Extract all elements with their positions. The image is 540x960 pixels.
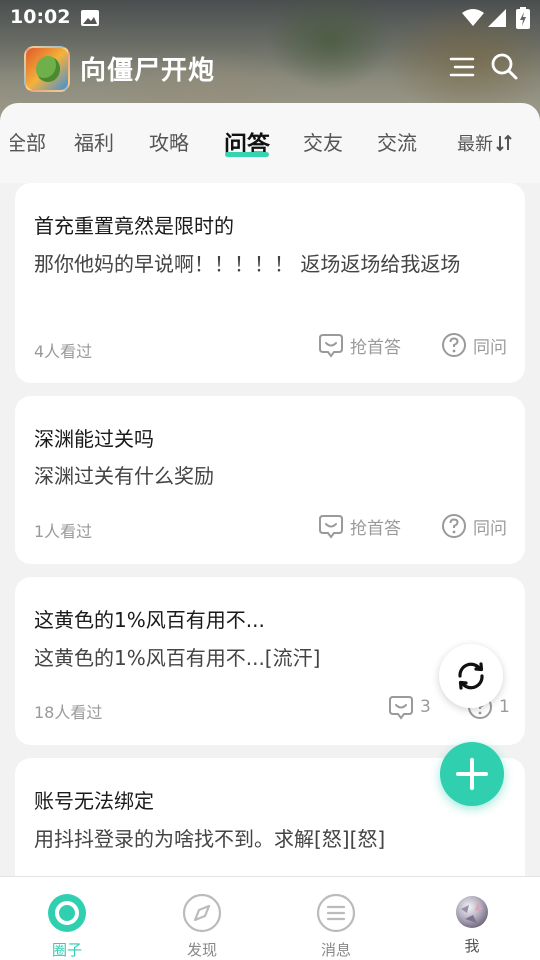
wifi-icon xyxy=(462,9,484,26)
same-question-label: 同问 xyxy=(473,518,507,539)
question-icon xyxy=(442,333,466,357)
image-icon xyxy=(81,10,99,26)
add-post-button[interactable] xyxy=(440,742,504,806)
comment-icon xyxy=(389,696,413,720)
first-answer-label: 抢首答 xyxy=(350,337,401,358)
first-answer-label: 抢首答 xyxy=(350,518,401,539)
question-icon xyxy=(442,514,466,538)
same-question-button[interactable]: 同问 xyxy=(441,332,507,358)
comment-icon xyxy=(319,334,343,358)
signal-icon xyxy=(488,9,506,27)
answer-count-button[interactable]: 3 xyxy=(388,694,431,720)
question-body: 这黄色的1%风百有用不...[流汗] xyxy=(34,646,321,670)
tab-strategy[interactable]: 攻略 xyxy=(149,127,189,156)
question-title: 深渊能过关吗 xyxy=(34,427,154,451)
question-body: 用抖抖登录的为啥找不到。求解[怒][怒] xyxy=(34,827,386,851)
nav-label: 发现 xyxy=(186,941,217,959)
question-card[interactable]: 深渊能过关吗 深渊过关有什么奖励 1人看过 抢首答 同问 xyxy=(15,396,525,564)
question-title: 这黄色的1%风百有用不... xyxy=(34,608,265,632)
refresh-icon xyxy=(458,662,484,690)
status-time: 10:02 xyxy=(10,6,71,28)
comment-icon xyxy=(319,515,343,539)
nav-label: 消息 xyxy=(320,941,351,959)
nav-item-discover[interactable]: 发现 xyxy=(142,877,262,960)
view-count: 1人看过 xyxy=(34,522,93,541)
menu-icon[interactable] xyxy=(447,52,477,82)
view-count: 4人看过 xyxy=(34,342,93,361)
first-answer-button[interactable]: 抢首答 xyxy=(318,513,401,539)
nav-item-circle[interactable]: 圈子 xyxy=(7,877,127,960)
message-icon xyxy=(316,893,356,933)
plus-icon xyxy=(456,758,488,790)
answer-count: 3 xyxy=(420,697,431,717)
compass-icon xyxy=(182,893,222,933)
nav-label: 圈子 xyxy=(51,941,82,959)
ask-count: 1 xyxy=(499,697,510,717)
sort-label: 最新 xyxy=(457,134,493,155)
sort-button[interactable]: 最新 xyxy=(457,130,512,156)
search-icon[interactable] xyxy=(489,52,519,82)
same-question-button[interactable]: 同问 xyxy=(441,513,507,539)
nav-label: 我 xyxy=(464,937,480,955)
question-title: 首充重置竟然是限时的 xyxy=(34,214,234,238)
bottom-nav: 圈子 发现 消息 我 xyxy=(0,876,540,960)
battery-icon xyxy=(516,7,530,29)
app-icon[interactable] xyxy=(24,46,70,92)
question-body: 深渊过关有什么奖励 xyxy=(34,464,214,488)
view-count: 18人看过 xyxy=(34,703,103,722)
nav-item-messages[interactable]: 消息 xyxy=(276,877,396,960)
tab-active-indicator xyxy=(225,152,269,157)
question-card[interactable]: 首充重置竟然是限时的 那你他妈的早说啊！！！！！ 返场返场给我返场 4人看过 抢… xyxy=(15,183,525,383)
avatar-icon xyxy=(456,896,488,928)
nav-item-me[interactable]: 我 xyxy=(412,877,532,960)
sort-icon xyxy=(496,134,512,152)
question-body: 那你他妈的早说啊！！！！！ 返场返场给我返场 xyxy=(34,252,461,276)
circle-icon xyxy=(48,894,86,932)
refresh-button[interactable] xyxy=(439,644,503,708)
first-answer-button[interactable]: 抢首答 xyxy=(318,332,401,358)
tab-all[interactable]: 全部 xyxy=(10,127,46,156)
same-question-label: 同问 xyxy=(473,337,507,358)
question-title: 账号无法绑定 xyxy=(34,789,154,813)
status-bar: 10:02 xyxy=(0,0,540,36)
tab-exchange[interactable]: 交流 xyxy=(377,127,417,156)
tab-friends[interactable]: 交友 xyxy=(303,127,343,156)
tab-welfare[interactable]: 福利 xyxy=(74,127,114,156)
app-title: 向僵尸开炮 xyxy=(80,56,216,86)
